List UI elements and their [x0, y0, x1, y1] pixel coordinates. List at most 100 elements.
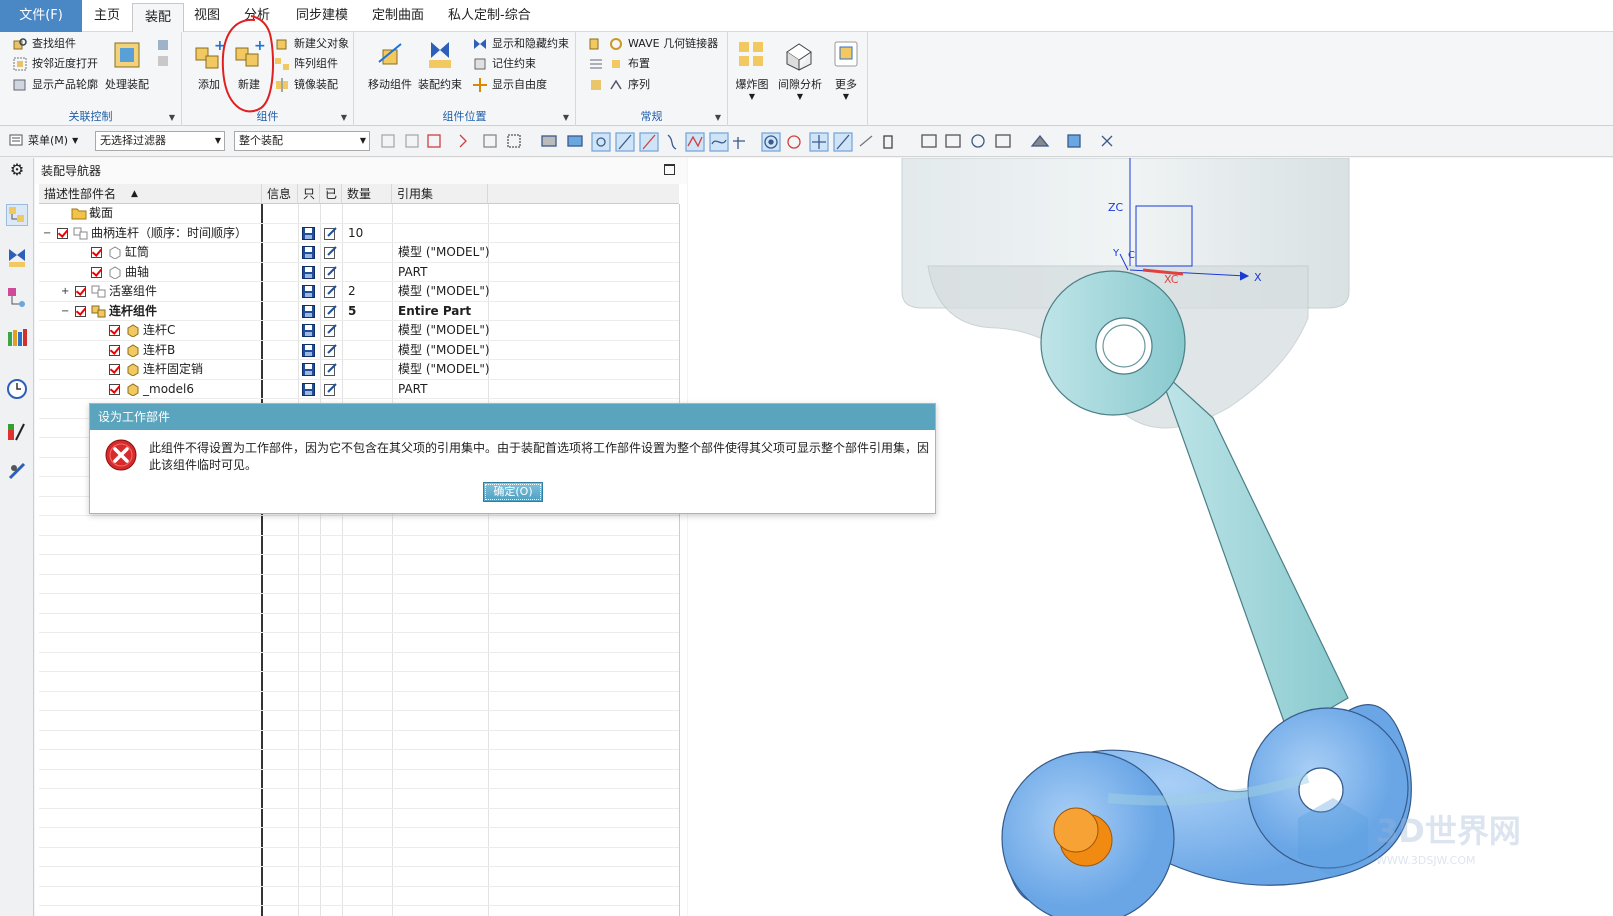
tab-home[interactable]: 主页	[82, 0, 132, 32]
arrangement-button[interactable]: 布置	[588, 54, 650, 74]
ok-button[interactable]: 确定(O)	[483, 482, 543, 502]
group-dropdown-arrow[interactable]: ▼	[169, 113, 175, 122]
table-row[interactable]: − 曲柄连杆（顺序：时间顺序） 10	[39, 224, 679, 245]
collapse-icon[interactable]: −	[61, 302, 69, 321]
table-row[interactable]: + 活塞组件 2 模型 ("MODEL")	[39, 282, 679, 302]
group-dropdown-arrow[interactable]: ▼	[563, 113, 569, 122]
show-product-outline-button[interactable]: 显示产品轮廓	[12, 75, 98, 95]
tab-custom-surface[interactable]: 定制曲面	[360, 0, 436, 32]
part-name: 连杆B	[143, 342, 176, 357]
empty-row	[39, 789, 679, 809]
visualization-icon[interactable]	[6, 420, 28, 442]
empty-row	[39, 614, 679, 633]
group-general: WAVE 几何链接器 布置 序列 常规 ▼	[576, 32, 728, 126]
group-dropdown-arrow[interactable]: ▼	[341, 113, 347, 122]
assembly-navigator-icon[interactable]	[6, 204, 28, 226]
part-name: 曲轴	[125, 264, 150, 279]
menu-icon	[8, 132, 24, 148]
visibility-checkbox[interactable]	[109, 344, 120, 356]
table-row[interactable]: 连杆C 模型 ("MODEL")	[39, 321, 679, 341]
tab-private-custom[interactable]: 私人定制-综合	[436, 0, 543, 32]
wave-linker-button[interactable]: WAVE 几何链接器	[588, 34, 718, 54]
visibility-checkbox[interactable]	[75, 286, 86, 297]
selection-scope-select[interactable]: 整个装配 ▼	[234, 131, 370, 151]
open-by-proximity-button[interactable]: 按邻近度打开	[12, 54, 98, 74]
column-header-name[interactable]: 描述性部件名 ▲	[39, 184, 262, 204]
exploded-view-button[interactable]: 爆炸图 ▼	[732, 38, 772, 101]
reference-set: 模型 ("MODEL")	[398, 362, 490, 376]
tab-sync-modeling[interactable]: 同步建模	[284, 0, 360, 32]
assembly-icon	[73, 226, 89, 245]
find-component-button[interactable]: 查找组件	[12, 34, 76, 54]
collapse-icon[interactable]: −	[43, 224, 51, 243]
table-row[interactable]: 连杆B 模型 ("MODEL")	[39, 341, 679, 362]
visibility-checkbox[interactable]	[109, 364, 120, 375]
gear-icon[interactable]: ⚙	[6, 160, 28, 182]
roles-icon[interactable]	[6, 460, 28, 482]
column-header-modified[interactable]: 已	[320, 184, 342, 204]
table-row[interactable]: 缸筒 模型 ("MODEL")	[39, 243, 679, 263]
empty-row	[39, 633, 679, 653]
sort-ascending-icon: ▲	[131, 189, 138, 199]
pattern-component-button[interactable]: 阵列组件	[274, 54, 338, 74]
empty-row	[39, 770, 679, 789]
group-dropdown-arrow[interactable]: ▼	[715, 113, 721, 122]
group-label-general: 常规	[640, 110, 663, 123]
reference-set: PART	[398, 381, 428, 396]
axis-label-y: Y	[1112, 248, 1120, 259]
gap-analysis-button[interactable]: 间隙分析 ▼	[774, 38, 826, 101]
mirror-assembly-button[interactable]: 镜像装配	[274, 75, 338, 95]
table-row[interactable]: − 连杆组件 5 Entire Part	[39, 302, 679, 321]
extra-tool-icon[interactable]	[154, 38, 174, 73]
remember-constraints-button[interactable]: 记住约束	[472, 54, 536, 74]
history-icon[interactable]	[6, 378, 28, 400]
new-parent-button[interactable]: 新建父对象	[274, 34, 349, 54]
constraint-navigator-icon[interactable]	[6, 246, 28, 268]
folder-icon	[71, 206, 87, 225]
maximize-icon[interactable]	[664, 164, 675, 175]
table-row[interactable]: 连杆固定销 模型 ("MODEL")	[39, 360, 679, 380]
wire-icon	[107, 245, 123, 264]
expand-icon[interactable]: +	[61, 282, 69, 301]
move-component-button[interactable]: 移动组件	[366, 38, 414, 92]
visibility-checkbox[interactable]	[57, 227, 68, 239]
graphics-viewport[interactable]: ZC X Y C XC 3D世界网 WWW.3DSJW.COM	[688, 158, 1613, 916]
table-row[interactable]: _model6 PART	[39, 380, 679, 399]
column-header-reference-set[interactable]: 引用集	[392, 184, 488, 204]
empty-row	[39, 653, 679, 672]
assembly-icon	[91, 284, 107, 303]
visibility-checkbox[interactable]	[75, 305, 86, 317]
group-association-control: 查找组件 按邻近度打开 显示产品轮廓 处理装配 关联控制 ▼	[0, 32, 182, 126]
show-hide-constraints-button[interactable]: 显示和隐藏约束	[472, 34, 569, 54]
empty-row	[39, 828, 679, 848]
table-row[interactable]: 曲轴 PART	[39, 263, 679, 284]
reference-set: 模型 ("MODEL")	[398, 342, 490, 357]
menu-button[interactable]: 菜单(M) ▼	[8, 132, 78, 148]
assembly-constraint-button[interactable]: 装配约束	[416, 38, 464, 92]
visibility-checkbox[interactable]	[109, 383, 120, 395]
wire-icon	[107, 265, 123, 284]
group-component-position: 移动组件 装配约束 显示和隐藏约束 记住约束 显示自由度 组件位置 ▼	[354, 32, 576, 126]
part-navigator-icon[interactable]	[6, 286, 28, 308]
watermark-text: 3D世界网	[1376, 812, 1521, 850]
visibility-checkbox[interactable]	[91, 266, 102, 278]
table-row[interactable]: 截面	[39, 204, 679, 224]
more-button[interactable]: 更多 ▼	[828, 38, 864, 101]
visibility-checkbox[interactable]	[109, 325, 120, 336]
part-icon	[125, 343, 141, 362]
model-view: ZC X Y C XC 3D世界网 WWW.3DSJW.COM	[901, 158, 1521, 916]
column-header-readonly[interactable]: 只	[298, 184, 320, 204]
tab-assembly[interactable]: 装配	[132, 3, 185, 33]
show-dof-button[interactable]: 显示自由度	[472, 75, 547, 95]
file-menu-tab[interactable]: 文件(F)	[0, 0, 82, 32]
reuse-library-icon[interactable]	[6, 326, 28, 348]
watermark-url: WWW.3DSJW.COM	[1376, 854, 1476, 867]
column-header-quantity[interactable]: 数量	[342, 184, 392, 204]
sequence-button[interactable]: 序列	[588, 75, 650, 95]
type-filter-select[interactable]: 无选择过滤器 ▼	[95, 131, 225, 151]
process-assembly-button[interactable]: 处理装配	[102, 38, 152, 92]
snap-tool-icons[interactable]	[378, 132, 1138, 152]
empty-row	[39, 731, 679, 750]
visibility-checkbox[interactable]	[91, 247, 102, 258]
column-header-info[interactable]: 信息	[262, 184, 298, 204]
